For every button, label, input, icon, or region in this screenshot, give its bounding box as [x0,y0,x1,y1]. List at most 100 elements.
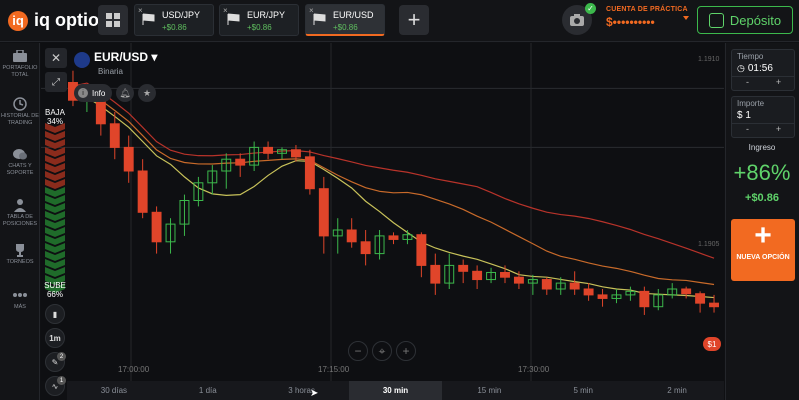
candle-body [235,158,246,166]
sidebar-item-label: CHATS Y SOPORTE [6,163,34,176]
deposit-button[interactable]: Depósito [697,6,793,34]
candle-body [416,234,427,266]
info-label: Info [92,88,106,98]
candle-body [709,302,719,308]
sentiment-down: BAJA 34% [43,108,67,126]
candle-body [639,290,650,308]
timeframe-option[interactable]: 3 horas [255,381,349,400]
chat-icon [11,147,29,161]
candle-body [290,149,301,158]
amount-increase-button[interactable]: + [763,124,794,135]
sidebar-item-label: HISTORIAL DE TRADING [1,113,39,126]
assets-grid-button[interactable] [98,5,128,35]
candle-body [137,170,148,213]
sidebar-item-tournaments[interactable]: TORNEOS [0,243,40,266]
sidebar-item-history[interactable]: HISTORIAL DE TRADING [0,97,40,127]
close-chart-button[interactable]: ✕ [45,48,67,68]
zoom-in-button[interactable]: + [396,341,416,361]
chart-type-button[interactable]: ▮ [45,304,65,324]
star-icon: ★ [142,87,152,98]
profit-percent: +86% [733,160,791,185]
flag-icon [313,13,326,25]
candle-body [597,294,608,299]
time-selector[interactable]: Tiempo ◷ 01:56 - + [731,49,795,91]
timeframe-bar: 30 días 1 día 3 horas 30 min 15 min 5 mi… [67,381,724,400]
trophy-icon [11,243,29,257]
sentiment-up-label: SUBE [44,281,66,290]
tab-gain: +$0.86 [333,23,358,32]
profit-amount: +$0.86 [745,192,779,204]
sentiment-up: SUBE 66% [43,281,67,299]
tab-eur-jpy[interactable]: × EUR/JPY +$0.86 [219,4,299,36]
top-bar: iq iq option × USD/JPY +$0.86 × EUR/JPY … [0,0,799,42]
time-stepper: - + [732,76,794,88]
timeframe-option-active[interactable]: 30 min [348,381,443,400]
ma-line-mid [72,90,715,286]
tab-label: EUR/JPY [247,10,286,20]
draw-count-badge: 2 [57,352,66,361]
tab-label: EUR/USD [333,10,374,20]
tab-eur-usd[interactable]: × EUR/USD +$0.86 [305,4,385,36]
amount-selector[interactable]: Importe $ 1 - + [731,96,795,138]
candle-body [388,235,399,240]
zoom-out-button[interactable]: − [348,341,368,361]
time-label: Tiempo [737,52,764,61]
wallet-icon [708,12,724,28]
candle-body [360,241,371,255]
timeframe-option[interactable]: 5 min [536,381,630,400]
tab-gain: +$0.86 [162,23,187,32]
expand-button[interactable]: ⤢ [45,72,67,92]
sidebar-item-label: TORNEOS [6,259,34,265]
candle-body [318,188,329,237]
candle-body [695,293,706,304]
add-tab-button[interactable]: + [399,5,429,35]
candle-body [123,146,134,172]
timeframe-option[interactable]: 2 min [630,381,724,400]
amount-value[interactable]: $ 1 [732,110,794,121]
asset-name: EUR/USD ▾ [94,50,158,64]
candle-body [569,282,580,290]
sentiment-up-pct: 66% [46,290,63,299]
timeframe-button[interactable]: 1m [45,328,65,348]
chevron-down-icon[interactable] [683,16,689,20]
candle-body [263,146,274,154]
candle-body [430,264,441,284]
logo-mark: iq [8,10,28,31]
asset-header[interactable]: EUR/USD ▾ Binaria [74,50,157,76]
asset-type: Binaria [98,67,123,76]
ma-line-slow [72,82,715,259]
account-selector[interactable]: CUENTA DE PRÁCTICA $•••••••••• [606,6,690,29]
sentiment-down-pct: 34% [46,117,63,126]
time-label: 17:30:00 [518,365,550,374]
sidebar-item-more[interactable]: MÁS [0,288,40,311]
sidebar-item-portfolio[interactable]: PORTAFOLIO TOTAL [0,49,40,79]
candle-body [304,156,315,190]
tab-usd-jpy[interactable]: × USD/JPY +$0.86 [134,4,214,36]
deposit-label: Depósito [729,12,782,28]
camera-icon [570,14,584,26]
timeframe-option[interactable]: 15 min [442,381,536,400]
info-button[interactable]: i Info [74,84,112,102]
favorite-button[interactable]: ★ [138,84,156,102]
candle-body [151,211,162,243]
time-increase-button[interactable]: + [763,77,794,88]
ma-line-fast [72,96,715,299]
tab-label: USD/JPY [162,10,201,20]
alert-button[interactable]: 🔔︎ [116,84,134,102]
time-decrease-button[interactable]: - [732,77,763,88]
check-icon: ✓ [585,3,596,14]
tab-gain: +$0.86 [247,23,272,32]
sidebar-item-label: MÁS [14,304,26,310]
amount-decrease-button[interactable]: - [732,124,763,135]
flag-icon [142,13,155,25]
sidebar-item-leaderboard[interactable]: TABLA DE POSICIONES [0,198,40,228]
sidebar-item-chat[interactable]: CHATS Y SOPORTE [0,147,40,177]
position-badge[interactable]: $1 [703,337,721,351]
timeframe-option[interactable]: 1 día [161,381,255,400]
logo[interactable]: iq iq option [8,10,110,31]
grid-icon [106,13,120,27]
new-option-button[interactable]: + NUEVA OPCIÓN [731,219,795,281]
crosshair-button[interactable]: ⌖ [372,341,392,361]
timeframe-option[interactable]: 30 días [67,381,161,400]
amount-label: Importe [737,99,765,108]
